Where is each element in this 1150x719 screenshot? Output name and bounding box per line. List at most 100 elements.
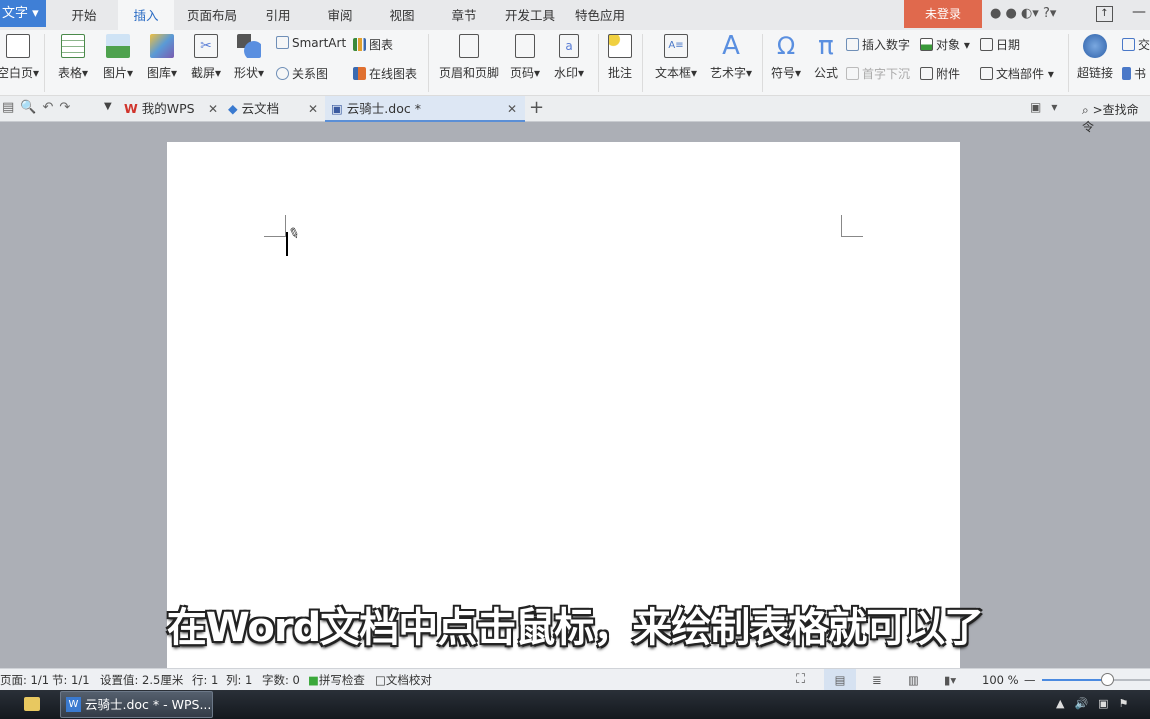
tab-review[interactable]: 审阅 (318, 0, 362, 30)
close-icon[interactable]: ✕ (308, 96, 318, 122)
relation-icon (276, 67, 289, 80)
screenshot-button[interactable]: ✂ 截屏▾ (187, 34, 225, 81)
video-caption: 在Word文档中点击鼠标，来绘制表格就可以了 (166, 605, 985, 651)
setting-value: 设置值: 2.5厘米 (100, 673, 184, 687)
label: 超链接 (1076, 66, 1113, 80)
new-tab-button[interactable]: + (529, 97, 544, 118)
shape-button[interactable]: 形状▾ (230, 34, 268, 81)
label: 批注 (607, 66, 632, 80)
zoom-slider[interactable] (1042, 673, 1150, 686)
label: 交 (1138, 38, 1150, 52)
close-icon[interactable]: ✕ (208, 96, 218, 122)
help-icons[interactable]: ● ● ◐▾ ?▾ (990, 6, 1056, 21)
drop-cap-button[interactable]: 首字下沉 (846, 65, 910, 82)
label: 水印 (553, 66, 578, 80)
cross-ref-button[interactable]: 交 (1122, 36, 1150, 53)
column-number: 列: 1 (226, 673, 253, 687)
label: 在线图表 (369, 67, 418, 81)
fullscreen-icon[interactable]: ⛶ (796, 669, 805, 691)
watermark-button[interactable]: a 水印▾ (550, 34, 588, 81)
document-page[interactable]: ✎ (167, 142, 960, 668)
number-icon (846, 38, 859, 51)
insert-number-button[interactable]: 插入数字 (846, 36, 910, 53)
status-bar: 页面: 1/1 节: 1/1 设置值: 2.5厘米 行: 1 列: 1 字数: … (0, 668, 1150, 691)
divider (428, 34, 429, 92)
zoom-slider-handle[interactable] (1100, 673, 1114, 686)
quick-access-toolbar[interactable]: ▤🔍↶↷ (2, 100, 76, 115)
command-search[interactable]: ⌕ >查找命令 (1082, 101, 1150, 135)
tab-cloud-docs[interactable]: ◆ 云文档 ✕ (228, 96, 322, 122)
taskbar-window-wps[interactable]: W 云骑士.doc * - WPS... (60, 691, 213, 718)
tab-reference[interactable]: 引用 (256, 0, 300, 30)
spell-check-button[interactable]: ■拼写检查 (308, 669, 365, 691)
gallery-button[interactable]: 图库▾ (143, 34, 181, 81)
header-footer-icon (459, 34, 479, 58)
formula-button[interactable]: π 公式 (810, 33, 842, 81)
label: 文本框 (654, 66, 691, 80)
object-button[interactable]: 对象 ▾ (920, 36, 970, 53)
label: 表格 (57, 66, 82, 80)
label: 截屏 (190, 66, 215, 80)
quick-access-dropdown[interactable]: ▼ (104, 101, 112, 112)
menu-bar: 文字 ▾ 开始 插入 页面布局 引用 审阅 视图 章节 开发工具 特色应用 未登… (0, 0, 1150, 30)
picture-icon (106, 34, 130, 58)
margin-corner-top-left (264, 215, 286, 237)
tab-document[interactable]: ▣ 云骑士.doc * ✕ (325, 96, 525, 122)
divider (762, 34, 763, 92)
table-button[interactable]: 表格▾ (54, 34, 92, 81)
minimize-button[interactable]: — (1132, 4, 1146, 20)
web-view-icon[interactable]: ▥ (908, 669, 919, 691)
tab-chapter[interactable]: 章节 (442, 0, 486, 30)
file-explorer-icon[interactable] (24, 697, 40, 711)
picture-button[interactable]: 图片▾ (99, 34, 137, 81)
shape-icon (237, 34, 261, 58)
tab-layout[interactable]: 页面布局 (182, 0, 242, 30)
login-button[interactable]: 未登录 (904, 0, 982, 28)
date-button[interactable]: 日期 (980, 36, 1020, 53)
blank-page-button[interactable]: 空白页▾ (0, 34, 40, 81)
tab-special[interactable]: 特色应用 (572, 0, 628, 30)
tab-developer[interactable]: 开发工具 (500, 0, 560, 30)
attachment-button[interactable]: 附件 (920, 65, 960, 82)
comment-button[interactable]: 批注 (604, 34, 636, 81)
system-tray[interactable]: ▲🔊▣⚑ (1056, 697, 1138, 710)
page-view-icon[interactable]: ▤ (824, 669, 856, 691)
label: 插入数字 (862, 38, 911, 52)
scissors-icon: ✂ (194, 34, 218, 58)
wps-icon: W (124, 101, 138, 116)
page-number-button[interactable]: 页码▾ (506, 34, 544, 81)
tab-tools[interactable]: ▣▾ (1030, 100, 1067, 114)
label: 文档校对 (385, 673, 432, 687)
upload-icon[interactable]: ↑ (1096, 6, 1113, 22)
header-footer-button[interactable]: 页眉和页脚 (436, 34, 502, 81)
tab-label: 云文档 (241, 101, 280, 116)
tab-view[interactable]: 视图 (380, 0, 424, 30)
calendar-icon (980, 38, 993, 51)
symbol-button[interactable]: Ω 符号▾ (766, 34, 806, 81)
textbox-button[interactable]: A≡ 文本框▾ (650, 34, 702, 81)
chart-icon (353, 38, 366, 51)
search-icon: ⌕ (1082, 103, 1089, 117)
tab-my-wps[interactable]: W 我的WPS ✕ (124, 96, 224, 122)
tab-start[interactable]: 开始 (58, 0, 110, 30)
app-menu-button[interactable]: 文字 ▾ (0, 0, 46, 27)
tab-insert[interactable]: 插入 (118, 0, 174, 30)
doc-parts-button[interactable]: 文档部件 ▾ (980, 65, 1054, 82)
page-count: 页面: 1/1 (0, 673, 50, 687)
object-icon (920, 38, 933, 51)
label: 页眉和页脚 (438, 66, 499, 80)
comment-icon (608, 34, 632, 58)
proofread-button[interactable]: □文档校对 (375, 669, 432, 691)
smartart-button[interactable]: SmartArt (276, 36, 346, 50)
hyperlink-button[interactable]: 超链接 (1074, 34, 1116, 81)
outline-view-icon[interactable]: ≣ (872, 669, 882, 691)
zoom-out-button[interactable]: — (1024, 669, 1036, 691)
bookmark-button[interactable]: 书 (1122, 65, 1146, 82)
reading-mode-icon[interactable]: ▮▾ (944, 669, 956, 691)
relation-button[interactable]: 关系图 (276, 65, 328, 82)
online-chart-button[interactable]: 在线图表 (353, 65, 417, 82)
attachment-icon (920, 67, 933, 80)
chart-button[interactable]: 图表 (353, 36, 393, 53)
wordart-button[interactable]: A 艺术字▾ (706, 33, 756, 81)
close-icon[interactable]: ✕ (507, 96, 517, 122)
